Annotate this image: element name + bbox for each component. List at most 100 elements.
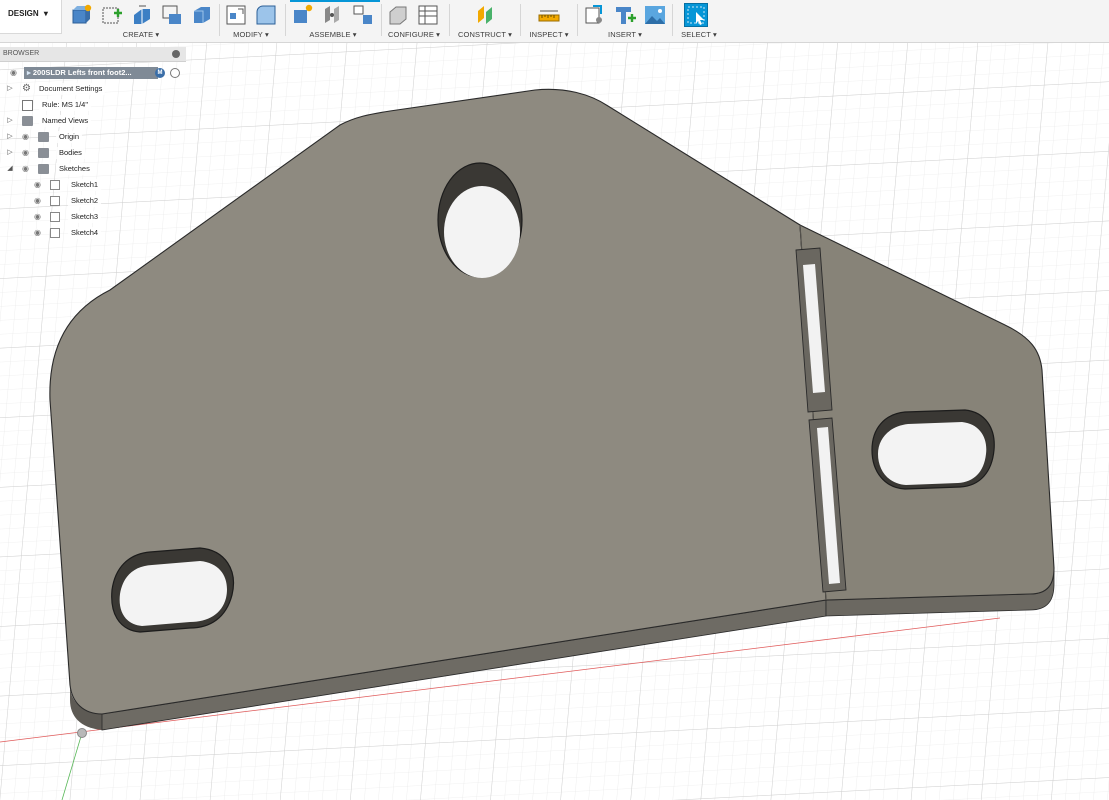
configure-group: CONFIGURE ▾ bbox=[386, 0, 442, 42]
box-icon[interactable] bbox=[190, 3, 214, 27]
fillet-icon[interactable] bbox=[254, 3, 278, 27]
visibility-eye-icon[interactable]: ◉ bbox=[34, 193, 41, 209]
sketch-item[interactable]: ◉ Sketch1 bbox=[0, 177, 186, 193]
expand-arrow-icon[interactable]: ▷ bbox=[6, 145, 14, 161]
visibility-eye-icon[interactable]: ◉ bbox=[34, 225, 41, 241]
create-sketch-icon[interactable] bbox=[100, 3, 124, 27]
toolbar-divider bbox=[672, 4, 673, 36]
browser-panel: BROWSER ◉ ▸ 200SLDR Lefts front foot2...… bbox=[0, 47, 186, 241]
version-badge: M bbox=[155, 68, 165, 78]
configure-menu[interactable]: CONFIGURE ▾ bbox=[386, 30, 442, 39]
inspect-menu[interactable]: INSPECT ▾ bbox=[526, 30, 572, 39]
origin-point-icon[interactable] bbox=[77, 728, 87, 738]
assemble-menu[interactable]: ASSEMBLE ▾ bbox=[291, 30, 375, 39]
folder-icon bbox=[38, 148, 49, 158]
workspace-label: DESIGN bbox=[8, 9, 39, 18]
sketch-item[interactable]: ◉ Sketch2 bbox=[0, 193, 186, 209]
browser-item-label: Document Settings bbox=[36, 83, 106, 95]
sketch-label: Sketch1 bbox=[68, 179, 102, 191]
modify-menu[interactable]: MODIFY ▾ bbox=[224, 30, 278, 39]
insert-derive-icon[interactable] bbox=[583, 3, 607, 27]
sketch-icon bbox=[50, 228, 60, 238]
visibility-eye-icon[interactable]: ◉ bbox=[22, 145, 29, 161]
select-menu[interactable]: SELECT ▾ bbox=[678, 30, 720, 39]
browser-item-sketches[interactable]: ◢ ◉ Sketches bbox=[0, 161, 186, 177]
sketch-label: Sketch2 bbox=[68, 195, 102, 207]
derive-icon[interactable] bbox=[160, 3, 184, 27]
new-component-icon[interactable] bbox=[70, 3, 94, 27]
sketch-item[interactable]: ◉ Sketch4 bbox=[0, 225, 186, 241]
insert-mcmaster-icon[interactable] bbox=[613, 3, 637, 27]
extrude-icon[interactable] bbox=[130, 3, 154, 27]
press-pull-icon[interactable] bbox=[224, 3, 248, 27]
sketch-icon bbox=[50, 196, 60, 206]
insert-group: INSERT ▾ bbox=[583, 0, 667, 42]
modify-group: MODIFY ▾ bbox=[224, 0, 278, 42]
collapse-panel-icon[interactable] bbox=[172, 50, 180, 58]
sketch-label: Sketch3 bbox=[68, 211, 102, 223]
offset-plane-icon[interactable] bbox=[473, 3, 497, 27]
measure-icon[interactable] bbox=[537, 3, 561, 27]
browser-title: BROWSER bbox=[3, 50, 40, 57]
toolbar-divider bbox=[577, 4, 578, 36]
folder-icon bbox=[38, 164, 49, 174]
sheet-metal-rule-icon bbox=[22, 100, 33, 111]
insert-menu[interactable]: INSERT ▾ bbox=[583, 30, 667, 39]
document-name-label: ▸ 200SLDR Lefts front foot2... bbox=[24, 67, 158, 79]
browser-item-label: Named Views bbox=[39, 115, 92, 127]
browser-item-document-settings[interactable]: ▷ ⚙ Document Settings bbox=[0, 81, 186, 97]
insert-canvas-icon[interactable] bbox=[643, 3, 667, 27]
toolbar: DESIGN ▾ CREATE ▾ MODIFY ▾ ASSEMBLE ▾ CO… bbox=[0, 0, 1109, 43]
as-built-joint-icon[interactable] bbox=[351, 3, 375, 27]
assemble-group: ASSEMBLE ▾ bbox=[291, 0, 375, 42]
folder-icon bbox=[22, 116, 33, 126]
visibility-eye-icon[interactable]: ◉ bbox=[22, 161, 29, 177]
construct-group: CONSTRUCT ▾ bbox=[455, 0, 515, 42]
folder-icon bbox=[38, 132, 49, 142]
sketch-icon bbox=[50, 212, 60, 222]
activate-radio-icon[interactable] bbox=[170, 68, 180, 78]
browser-item-bodies[interactable]: ▷ ◉ Bodies bbox=[0, 145, 186, 161]
browser-item-origin[interactable]: ▷ ◉ Origin bbox=[0, 129, 186, 145]
select-icon[interactable] bbox=[684, 3, 708, 27]
collapse-arrow-icon[interactable]: ◢ bbox=[6, 161, 14, 177]
expand-arrow-icon[interactable]: ▷ bbox=[6, 113, 14, 129]
browser-item-label: Sketches bbox=[56, 163, 93, 175]
toolbar-divider bbox=[449, 4, 450, 36]
create-menu[interactable]: CREATE ▾ bbox=[70, 30, 212, 39]
browser-item-label: Origin bbox=[56, 131, 83, 143]
browser-root-node[interactable]: ◉ ▸ 200SLDR Lefts front foot2... M bbox=[0, 65, 186, 81]
visibility-eye-icon[interactable]: ◉ bbox=[34, 209, 41, 225]
select-group: SELECT ▾ bbox=[678, 0, 720, 42]
sketch-icon bbox=[50, 180, 60, 190]
configuration-table-icon[interactable] bbox=[416, 3, 440, 27]
visibility-eye-icon[interactable]: ◉ bbox=[34, 177, 41, 193]
visibility-eye-icon[interactable]: ◉ bbox=[22, 129, 29, 145]
slot-hole-bottom-left-opening bbox=[119, 561, 227, 626]
slot-hole-right-opening bbox=[878, 422, 987, 485]
visibility-eye-icon[interactable]: ◉ bbox=[10, 65, 17, 81]
create-group: CREATE ▾ bbox=[70, 0, 212, 42]
toolbar-divider bbox=[381, 4, 382, 36]
new-component-assemble-icon[interactable] bbox=[291, 3, 315, 27]
browser-item-label: Bodies bbox=[56, 147, 85, 159]
browser-item-rule[interactable]: Rule: MS 1/4" bbox=[0, 97, 186, 113]
construct-menu[interactable]: CONSTRUCT ▾ bbox=[455, 30, 515, 39]
chevron-down-icon: ▾ bbox=[43, 9, 48, 18]
configure-model-icon[interactable] bbox=[386, 3, 410, 27]
browser-header: BROWSER bbox=[0, 47, 186, 62]
workspace-switcher-button[interactable]: DESIGN ▾ bbox=[0, 0, 62, 34]
browser-item-label: Rule: MS 1/4" bbox=[39, 99, 92, 111]
gear-icon: ⚙ bbox=[22, 83, 31, 94]
slot-hole-top-opening bbox=[444, 186, 520, 278]
expand-arrow-icon[interactable]: ▷ bbox=[6, 129, 14, 145]
browser-item-named-views[interactable]: ▷ Named Views bbox=[0, 113, 186, 129]
toolbar-divider bbox=[520, 4, 521, 36]
toolbar-divider bbox=[219, 4, 220, 36]
joint-icon[interactable] bbox=[321, 3, 345, 27]
sketch-item[interactable]: ◉ Sketch3 bbox=[0, 209, 186, 225]
inspect-group: INSPECT ▾ bbox=[526, 0, 572, 42]
expand-arrow-icon[interactable]: ▷ bbox=[6, 81, 14, 97]
toolbar-divider bbox=[285, 4, 286, 36]
sketch-label: Sketch4 bbox=[68, 227, 102, 239]
